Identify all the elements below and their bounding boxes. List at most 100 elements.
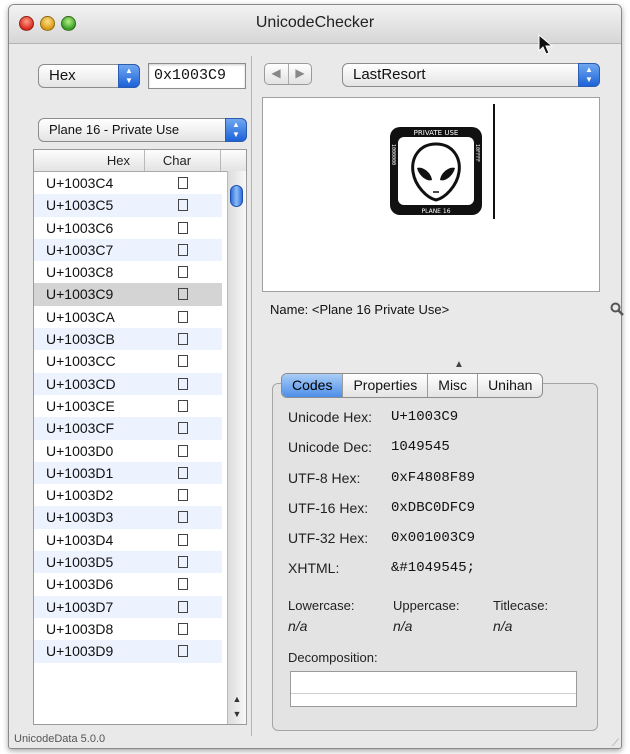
- plane-popup-label: Plane 16 - Private Use: [49, 122, 180, 137]
- row-hex: U+1003D2: [46, 487, 114, 504]
- char-glyph-icon: [178, 422, 188, 435]
- char-glyph-icon: [178, 645, 188, 658]
- table-row[interactable]: U+1003CE: [34, 395, 222, 417]
- char-glyph-icon: [178, 533, 188, 546]
- xhtml-label: XHTML:: [288, 560, 340, 576]
- titlecase-value: n/a: [493, 618, 513, 634]
- magnifier-icon[interactable]: [610, 302, 624, 321]
- row-hex: U+1003C9: [46, 286, 114, 303]
- char-glyph-icon: [178, 600, 188, 613]
- forward-arrow-icon[interactable]: ▶: [289, 66, 311, 80]
- char-glyph-icon: [178, 177, 188, 189]
- row-hex: U+1003CE: [46, 397, 115, 414]
- xhtml-value: &#1049545;: [391, 560, 476, 576]
- column-divider: [144, 150, 145, 171]
- table-row[interactable]: U+1003C7: [34, 238, 222, 262]
- uppercase-value: n/a: [393, 618, 413, 634]
- row-hex: U+1003D8: [46, 620, 114, 637]
- title-bar[interactable]: UnicodeChecker: [9, 5, 621, 44]
- table-row[interactable]: U+1003CA: [34, 306, 222, 328]
- row-hex: U+1003CA: [46, 308, 115, 325]
- resize-grip-icon[interactable]: ⟋: [612, 738, 628, 752]
- tab-bar: Codes Properties Misc Unihan: [281, 373, 544, 398]
- table-row[interactable]: U+1003CD: [34, 372, 222, 395]
- vertical-scrollbar[interactable]: ▲ ▼: [227, 171, 246, 724]
- split-view-divider[interactable]: [251, 56, 252, 736]
- font-popup[interactable]: LastResort ▲ ▼: [342, 63, 600, 87]
- row-hex: U+1003D5: [46, 554, 114, 571]
- character-table[interactable]: Hex Char U+1003C4 U+1003C5 U+1003C6 U+1003C…: [33, 149, 247, 725]
- char-glyph-icon: [178, 556, 188, 569]
- tab-unihan[interactable]: Unihan: [477, 374, 542, 397]
- table-row[interactable]: U+1003C9: [34, 283, 222, 306]
- uppercase-label: Uppercase:: [393, 598, 460, 613]
- glyph-right-text: 10FFFF: [474, 144, 480, 162]
- char-glyph-icon: [178, 622, 188, 635]
- table-row[interactable]: U+1003C5: [34, 194, 222, 217]
- row-hex: U+1003D7: [46, 598, 114, 615]
- row-hex: U+1003C8: [46, 264, 114, 281]
- table-row[interactable]: U+1003D9: [34, 640, 222, 663]
- format-popup[interactable]: Hex ▲ ▼: [38, 64, 140, 88]
- table-row[interactable]: U+1003D0: [34, 440, 222, 462]
- popup-arrows-icon: ▲ ▼: [118, 64, 140, 88]
- table-row[interactable]: U+1003D3: [34, 506, 222, 529]
- unicode-dec-value: 1049545: [391, 439, 450, 455]
- char-glyph-icon: [178, 333, 188, 346]
- glyph-top-text: PRIVATE USE: [414, 129, 459, 137]
- column-divider: [220, 150, 221, 171]
- format-popup-label: Hex: [49, 67, 76, 84]
- scroll-up-arrow-icon[interactable]: ▲: [228, 692, 246, 707]
- column-header-char[interactable]: Char: [157, 153, 197, 168]
- lowercase-label: Lowercase:: [288, 598, 355, 613]
- decomposition-divider: [291, 693, 576, 694]
- row-hex: U+1003D3: [46, 509, 114, 526]
- table-row[interactable]: U+1003D6: [34, 573, 222, 595]
- tab-misc[interactable]: Misc: [427, 374, 477, 397]
- navigation-buttons: ◀ ▶: [264, 63, 312, 85]
- scroll-thumb[interactable]: [230, 185, 243, 207]
- tab-properties[interactable]: Properties: [342, 374, 427, 397]
- split-handle-icon[interactable]: ▲: [454, 359, 464, 370]
- table-row[interactable]: U+1003CF: [34, 417, 222, 440]
- decomposition-field[interactable]: [290, 671, 577, 707]
- scroll-down-arrow-icon[interactable]: ▼: [228, 707, 246, 722]
- table-row[interactable]: U+1003D1: [34, 461, 222, 485]
- glyph-preview: PRIVATE USE PLANE 16 1000000 10FFFF: [262, 97, 600, 292]
- lowercase-value: n/a: [288, 618, 308, 634]
- char-glyph-icon: [178, 578, 188, 591]
- tab-codes[interactable]: Codes: [282, 374, 343, 397]
- column-header-hex[interactable]: Hex: [34, 153, 130, 168]
- plane-popup[interactable]: Plane 16 - Private Use ▲ ▼: [38, 118, 247, 142]
- char-glyph-icon: [178, 444, 188, 457]
- mouse-pointer-icon: [538, 33, 554, 61]
- character-name: Name: <Plane 16 Private Use>: [270, 302, 450, 317]
- table-row[interactable]: U+1003CC: [34, 350, 222, 372]
- table-row[interactable]: U+1003C8: [34, 261, 222, 283]
- char-glyph-icon: [178, 377, 188, 390]
- table-row[interactable]: U+1003D7: [34, 595, 222, 618]
- popup-arrows-icon: ▲ ▼: [578, 63, 600, 87]
- decomposition-label: Decomposition:: [288, 650, 378, 665]
- row-hex: U+1003D9: [46, 643, 114, 660]
- row-hex: U+1003D4: [46, 531, 114, 548]
- last-resort-glyph: PRIVATE USE PLANE 16 1000000 10FFFF: [389, 126, 483, 216]
- table-row[interactable]: U+1003D5: [34, 551, 222, 574]
- char-glyph-icon: [178, 310, 188, 323]
- table-header: Hex Char: [34, 150, 246, 172]
- back-arrow-icon[interactable]: ◀: [265, 66, 287, 80]
- table-row[interactable]: U+1003C6: [34, 217, 222, 239]
- char-glyph-icon: [178, 288, 188, 301]
- utf32-value: 0x001003C9: [391, 530, 476, 546]
- code-input[interactable]: 0x1003C9: [148, 63, 246, 89]
- table-row[interactable]: U+1003D4: [34, 529, 222, 551]
- window-title: UnicodeChecker: [255, 14, 375, 31]
- table-row[interactable]: U+1003D8: [34, 618, 222, 640]
- table-row[interactable]: U+1003C4: [34, 172, 222, 194]
- char-glyph-icon: [178, 511, 188, 524]
- table-row[interactable]: U+1003CB: [34, 328, 222, 351]
- utf8-label: UTF-8 Hex:: [288, 470, 361, 486]
- unicode-dec-label: Unicode Dec:: [288, 439, 373, 455]
- text-cursor: [493, 104, 495, 219]
- table-row[interactable]: U+1003D2: [34, 484, 222, 506]
